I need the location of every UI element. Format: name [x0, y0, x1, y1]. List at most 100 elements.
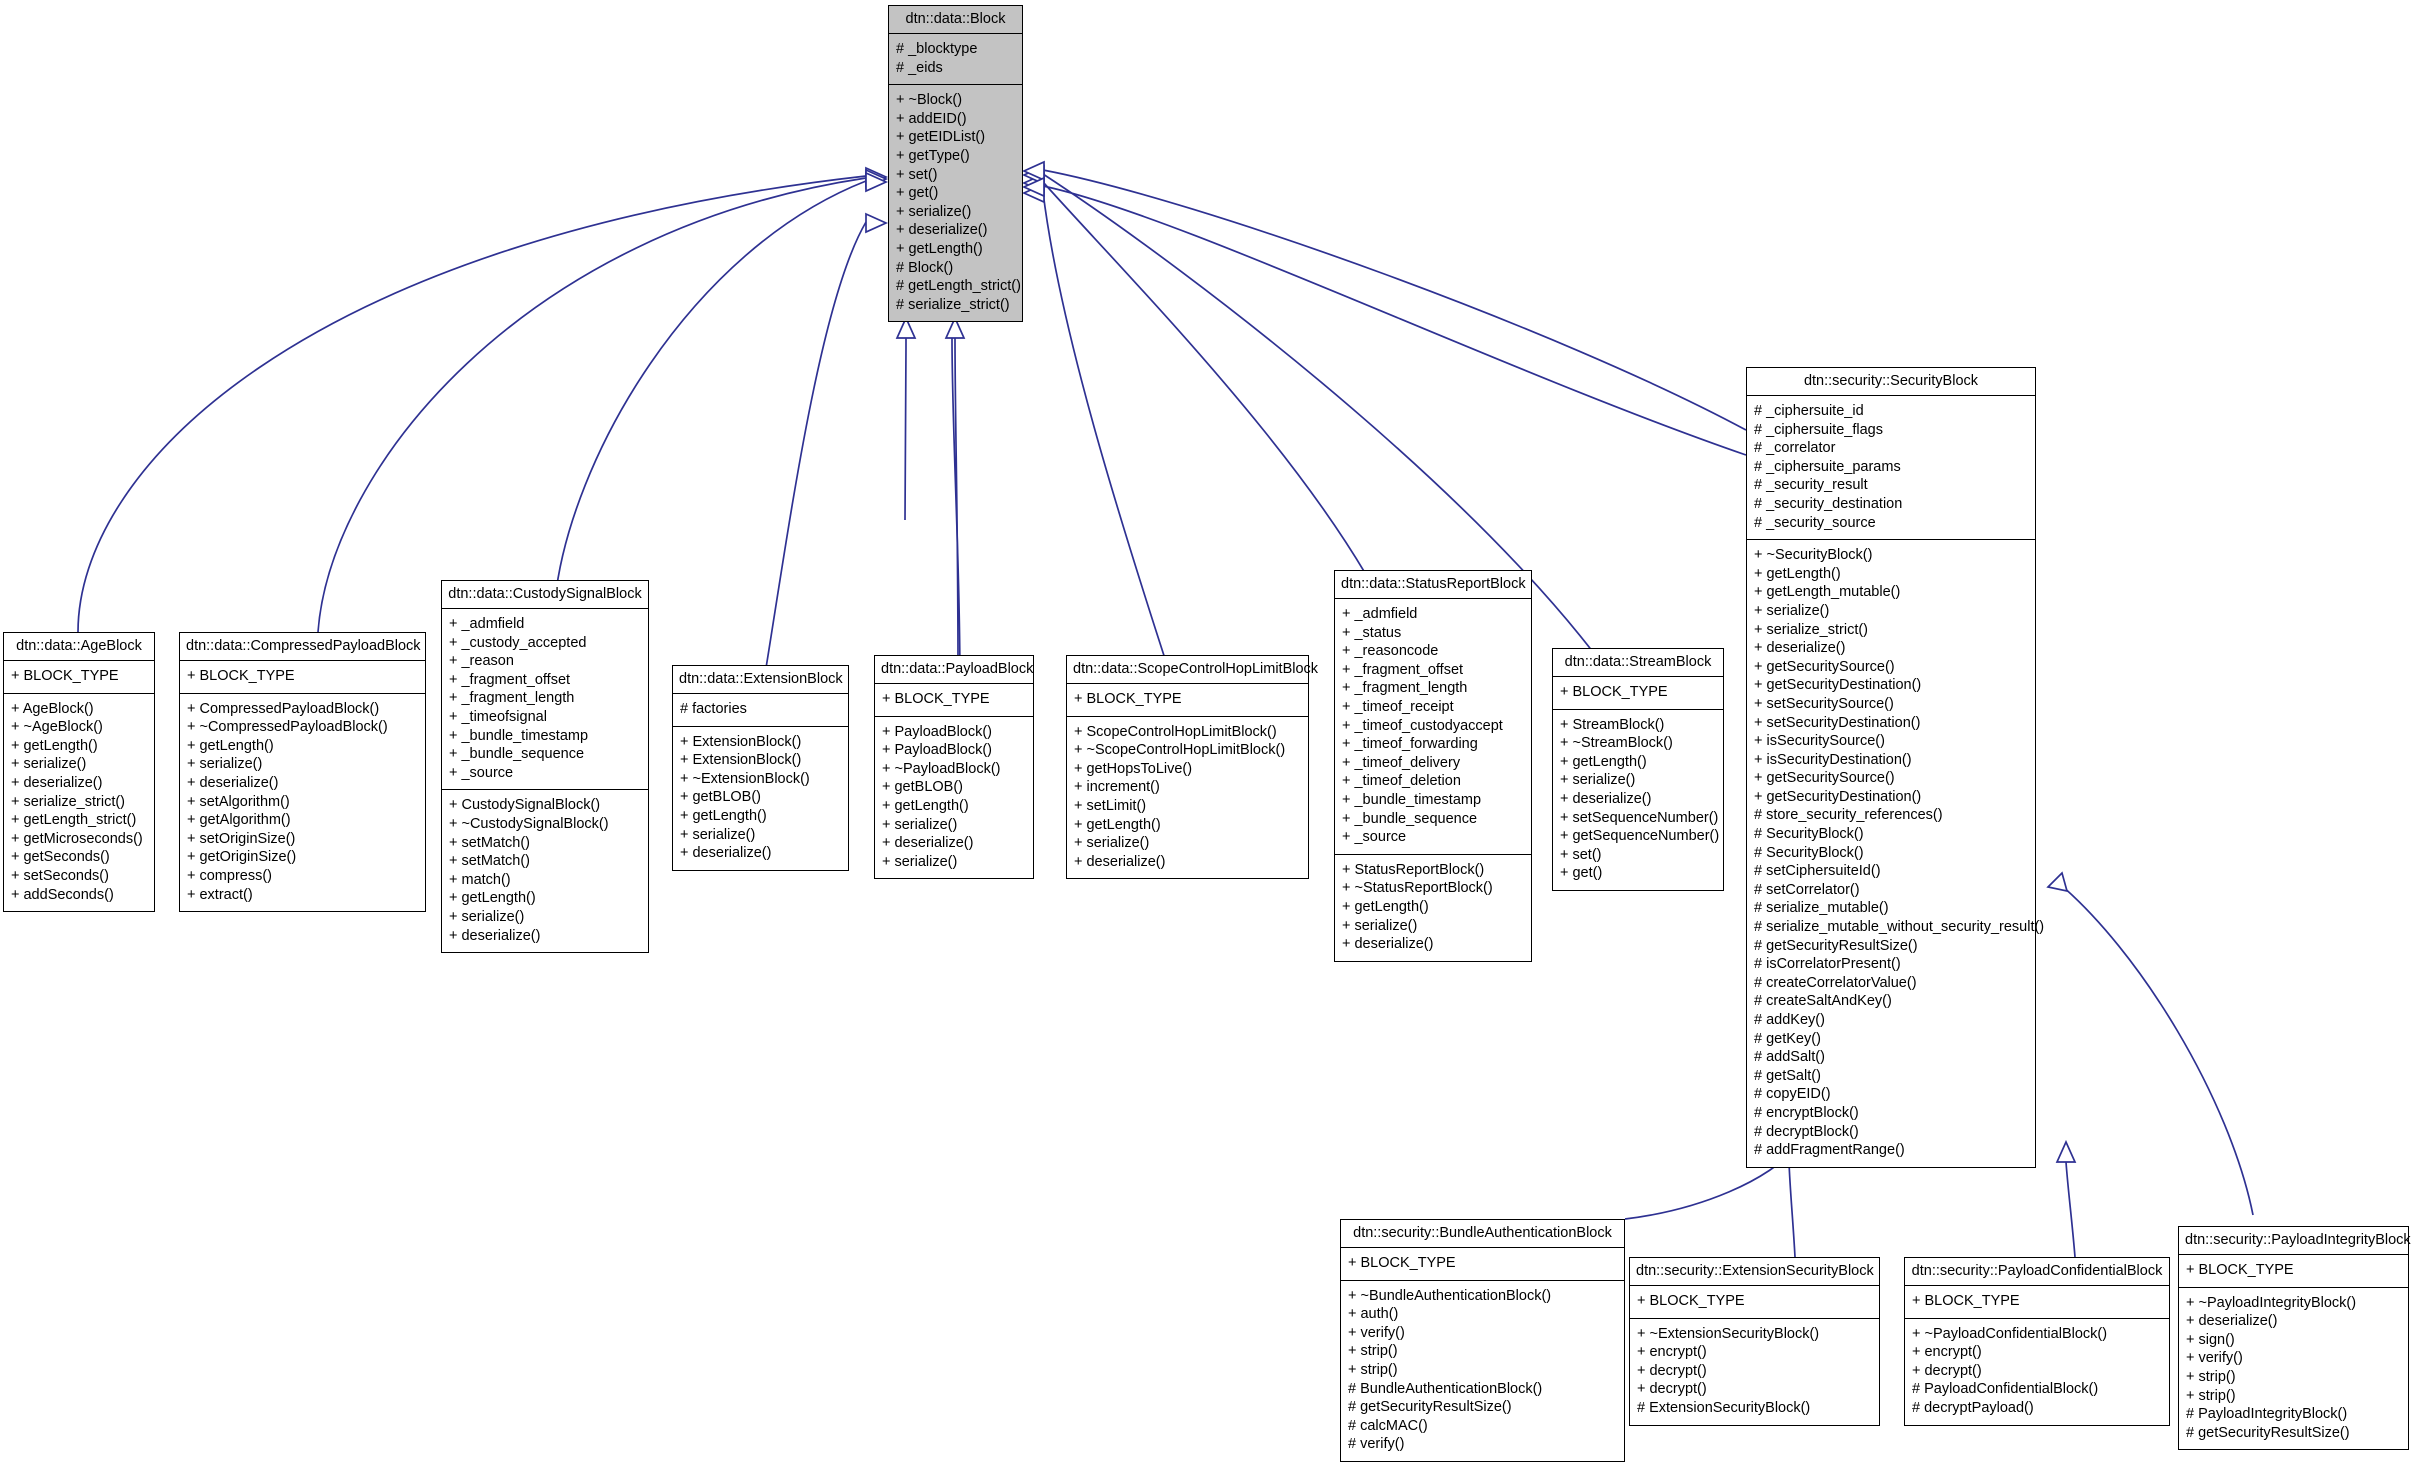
class-box-custody-signal-block[interactable]: dtn::data::CustodySignalBlock + _admfiel…	[441, 580, 649, 954]
class-member: # setCiphersuiteId()	[1754, 863, 1881, 880]
class-member: + BLOCK_TYPE	[1637, 1293, 1745, 1309]
class-member: + deserialize()	[882, 835, 974, 852]
class-title-custody-signal-block: dtn::data::CustodySignalBlock	[448, 586, 642, 602]
class-box-extension-security-block[interactable]: dtn::security::ExtensionSecurityBlock + …	[1629, 1257, 1880, 1426]
class-box-payload-block[interactable]: dtn::data::PayloadBlock + BLOCK_TYPE + P…	[874, 655, 1034, 880]
class-title-bundle-authentication-block: dtn::security::BundleAuthenticationBlock	[1353, 1225, 1612, 1241]
class-member: # _ciphersuite_flags	[1754, 421, 1883, 438]
class-member: + decrypt()	[1637, 1381, 1707, 1398]
class-box-security-block[interactable]: dtn::security::SecurityBlock # _ciphersu…	[1746, 367, 2045, 1168]
class-box-payload-integrity-block[interactable]: dtn::security::PayloadIntegrityBlock + B…	[2178, 1226, 2411, 1451]
class-member: + getHopsToLive()	[1074, 760, 1193, 777]
class-attributes-payload-confidential-block: + BLOCK_TYPE	[1905, 1285, 2169, 1318]
class-member: + isSecurityDestination()	[1754, 751, 1912, 768]
class-member: + getSecuritySource()	[1754, 658, 1895, 675]
class-member: + ~PayloadIntegrityBlock()	[2186, 1294, 2357, 1311]
class-member: # calcMAC()	[1348, 1417, 1428, 1434]
class-member: # _blocktype	[896, 41, 978, 57]
class-member: + strip()	[2186, 1368, 2236, 1385]
class-box-block[interactable]: dtn::data::Block # _blocktype # _eids + …	[888, 5, 1023, 323]
class-member: + deserialize()	[187, 774, 279, 791]
class-member: + auth()	[1348, 1306, 1399, 1323]
class-member: + getLength_strict()	[11, 812, 137, 829]
class-box-stream-block[interactable]: dtn::data::StreamBlock + BLOCK_TYPE + St…	[1552, 648, 1724, 891]
class-member: + _reasoncode	[1342, 643, 1439, 660]
class-attributes-block: # _blocktype # _eids	[889, 33, 1022, 84]
class-member: + BLOCK_TYPE	[1560, 684, 1668, 700]
class-member: + BLOCK_TYPE	[882, 691, 990, 707]
class-box-compressed-payload-block[interactable]: dtn::data::CompressedPayloadBlock + BLOC…	[179, 632, 426, 913]
class-member: + serialize()	[882, 816, 958, 833]
class-member: + isSecuritySource()	[1754, 733, 1885, 750]
class-member: + _timeof_forwarding	[1342, 736, 1478, 753]
class-member: + deserialize()	[1074, 853, 1166, 870]
class-box-bundle-authentication-block[interactable]: dtn::security::BundleAuthenticationBlock…	[1340, 1219, 1625, 1462]
class-attributes-payload-integrity-block: + BLOCK_TYPE	[2179, 1254, 2408, 1287]
class-member: # addKey()	[1754, 1012, 1825, 1028]
class-member: + getLength()	[11, 737, 98, 754]
class-member: + _timeof_deletion	[1342, 773, 1461, 790]
class-member: # serialize_mutable_without_security_res…	[1754, 919, 2045, 936]
class-member: + serialize()	[1342, 917, 1418, 934]
class-attributes-bundle-authentication-block: + BLOCK_TYPE	[1341, 1247, 1624, 1280]
class-member: + ~ExtensionBlock()	[680, 770, 810, 787]
class-member: + serialize()	[1074, 835, 1150, 852]
class-member: + ~PayloadBlock()	[882, 760, 1001, 777]
class-member: + StreamBlock()	[1560, 716, 1665, 733]
class-member: + getSecurityDestination()	[1754, 788, 1922, 805]
class-member: + getSecurityDestination()	[1754, 677, 1922, 694]
class-member: + encrypt()	[1912, 1344, 1982, 1361]
class-box-scope-control-hop-limit-block[interactable]: dtn::data::ScopeControlHopLimitBlock + B…	[1066, 655, 1318, 880]
class-member: + _source	[449, 764, 514, 781]
class-member: + ScopeControlHopLimitBlock()	[1074, 723, 1277, 740]
class-member: + getMicroseconds()	[11, 830, 143, 847]
class-title-security-block: dtn::security::SecurityBlock	[1803, 373, 1979, 389]
class-member: + decrypt()	[1912, 1362, 1982, 1379]
class-operations-stream-block: + StreamBlock() + ~StreamBlock() + getLe…	[1553, 708, 1723, 890]
class-member: # Block()	[896, 259, 954, 276]
class-member: + _reason	[449, 653, 514, 670]
class-member: + serialize()	[896, 203, 972, 220]
class-member: + getLength()	[882, 797, 969, 814]
class-operations-bundle-authentication-block: + ~BundleAuthenticationBlock() + auth() …	[1341, 1279, 1624, 1461]
class-member: + deserialize()	[1342, 936, 1434, 953]
class-member: + serialize()	[11, 756, 87, 773]
class-member: + BLOCK_TYPE	[2186, 1262, 2294, 1278]
class-member: + ~PayloadConfidentialBlock()	[1912, 1325, 2108, 1342]
class-member: # ExtensionSecurityBlock()	[1637, 1399, 1811, 1416]
class-member: # BundleAuthenticationBlock()	[1348, 1380, 1543, 1397]
class-member: + get()	[896, 185, 939, 202]
class-member: # PayloadIntegrityBlock()	[2186, 1406, 2348, 1423]
class-member: + ~SecurityBlock()	[1754, 547, 1873, 564]
class-box-status-report-block[interactable]: dtn::data::StatusReportBlock + _admfield…	[1334, 570, 1532, 962]
class-member: # SecurityBlock()	[1754, 826, 1864, 843]
class-member: + encrypt()	[1637, 1344, 1707, 1361]
class-member: + ExtensionBlock()	[680, 752, 802, 769]
class-member: + PayloadBlock()	[882, 723, 993, 740]
class-member: + verify()	[1348, 1324, 1405, 1341]
class-member: + match()	[449, 871, 511, 888]
class-member: + getLength()	[187, 737, 274, 754]
class-member: + serialize_strict()	[1754, 621, 1869, 638]
class-member: + _bundle_timestamp	[1342, 791, 1482, 808]
class-member: + deserialize()	[2186, 1313, 2278, 1330]
class-member: + _fragment_offset	[449, 671, 571, 688]
class-member: + _custody_accepted	[449, 634, 587, 651]
class-member: # getKey()	[1754, 1030, 1821, 1047]
class-box-extension-block[interactable]: dtn::data::ExtensionBlock # factories + …	[672, 665, 849, 871]
class-member: + BLOCK_TYPE	[1912, 1293, 2020, 1309]
class-member: + PayloadBlock()	[882, 742, 993, 759]
class-member: + deserialize()	[449, 927, 541, 944]
class-operations-extension-block: + ExtensionBlock() + ExtensionBlock() + …	[673, 725, 848, 870]
class-member: + ~AgeBlock()	[11, 719, 103, 736]
class-member: + _timeofsignal	[449, 708, 547, 725]
class-box-age-block[interactable]: dtn::data::AgeBlock + BLOCK_TYPE + AgeBl…	[3, 632, 155, 913]
class-operations-status-report-block: + StatusReportBlock() + ~StatusReportBlo…	[1335, 853, 1531, 961]
class-title-stream-block: dtn::data::StreamBlock	[1564, 654, 1712, 670]
class-member: + serialize()	[680, 826, 756, 843]
class-member: + setLimit()	[1074, 797, 1147, 814]
class-title-status-report-block: dtn::data::StatusReportBlock	[1341, 576, 1526, 592]
class-member: + _bundle_timestamp	[449, 727, 589, 744]
class-member: + strip()	[1348, 1361, 1398, 1378]
class-box-payload-confidential-block[interactable]: dtn::security::PayloadConfidentialBlock …	[1904, 1257, 2170, 1426]
